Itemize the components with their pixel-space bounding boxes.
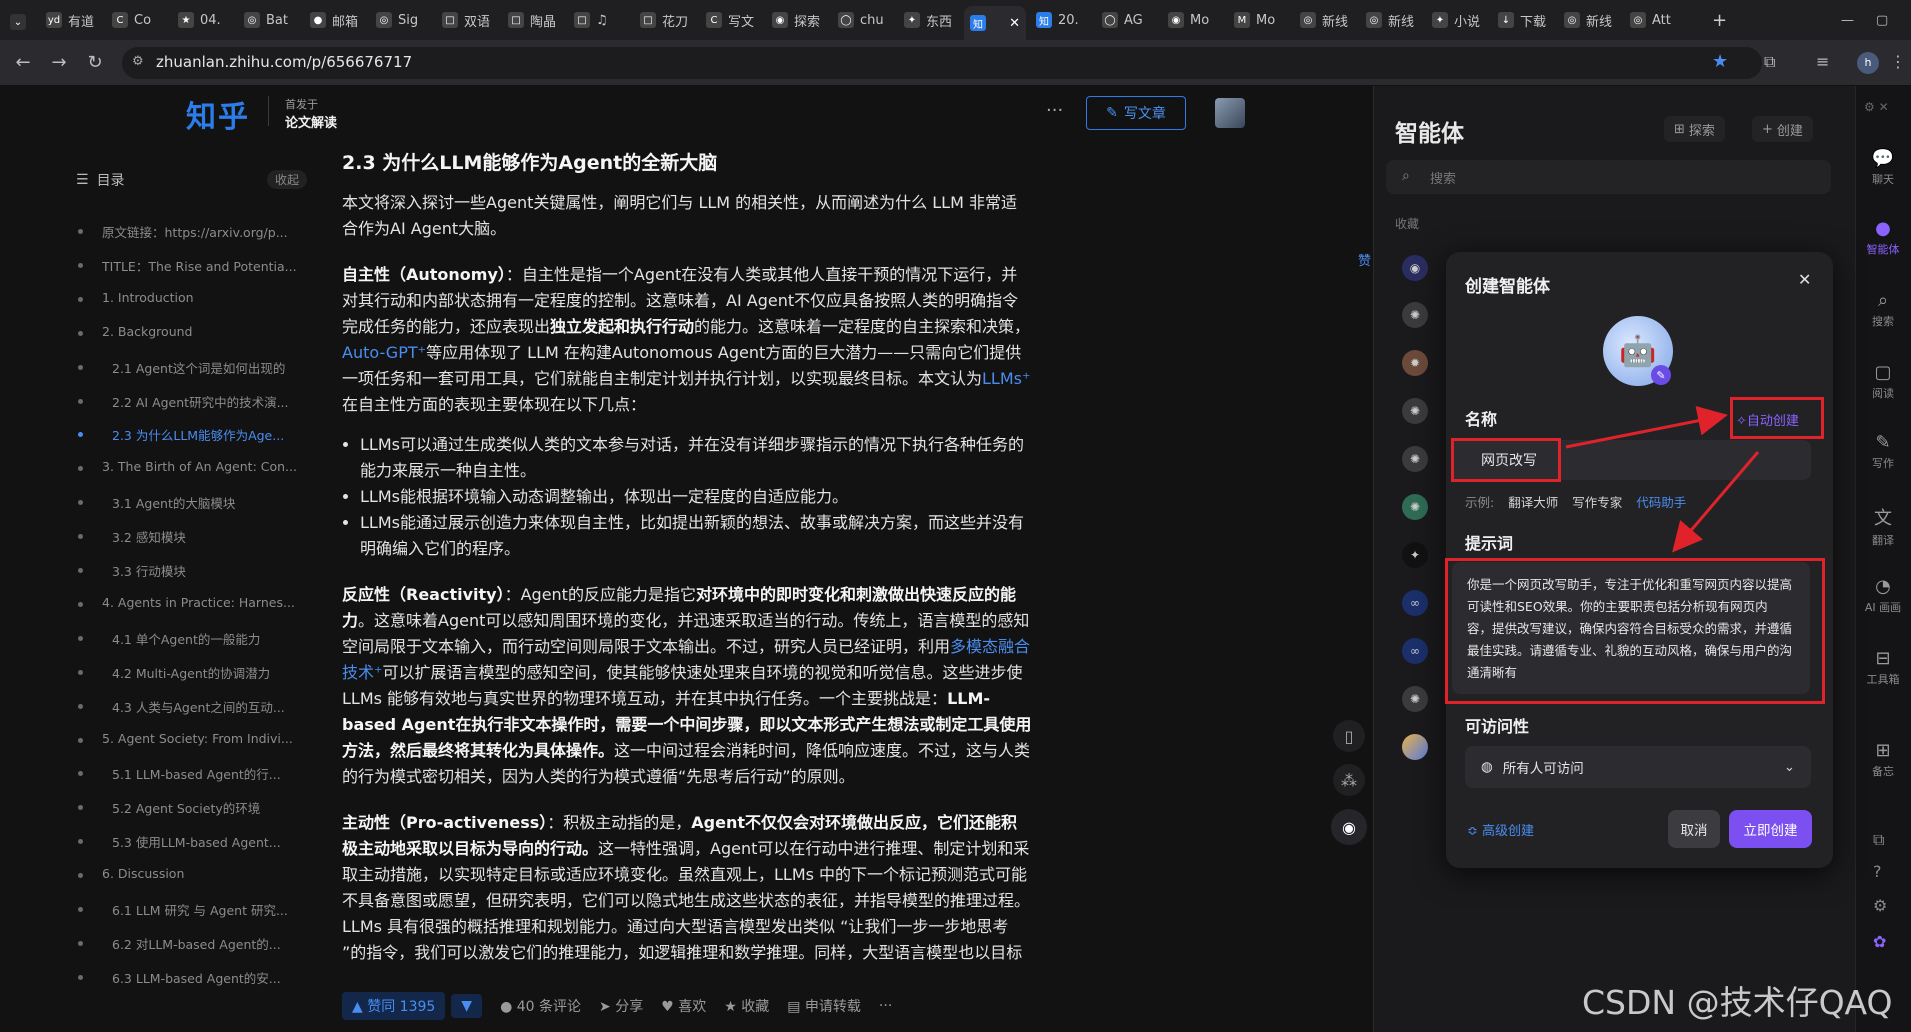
arrow-auto-to-prompt — [1672, 451, 1760, 553]
csdn-watermark: CSDN @技术仔QAQ — [1582, 983, 1893, 1022]
arrow-name-to-auto — [1565, 405, 1728, 449]
annotation-arrows — [1565, 405, 1760, 553]
